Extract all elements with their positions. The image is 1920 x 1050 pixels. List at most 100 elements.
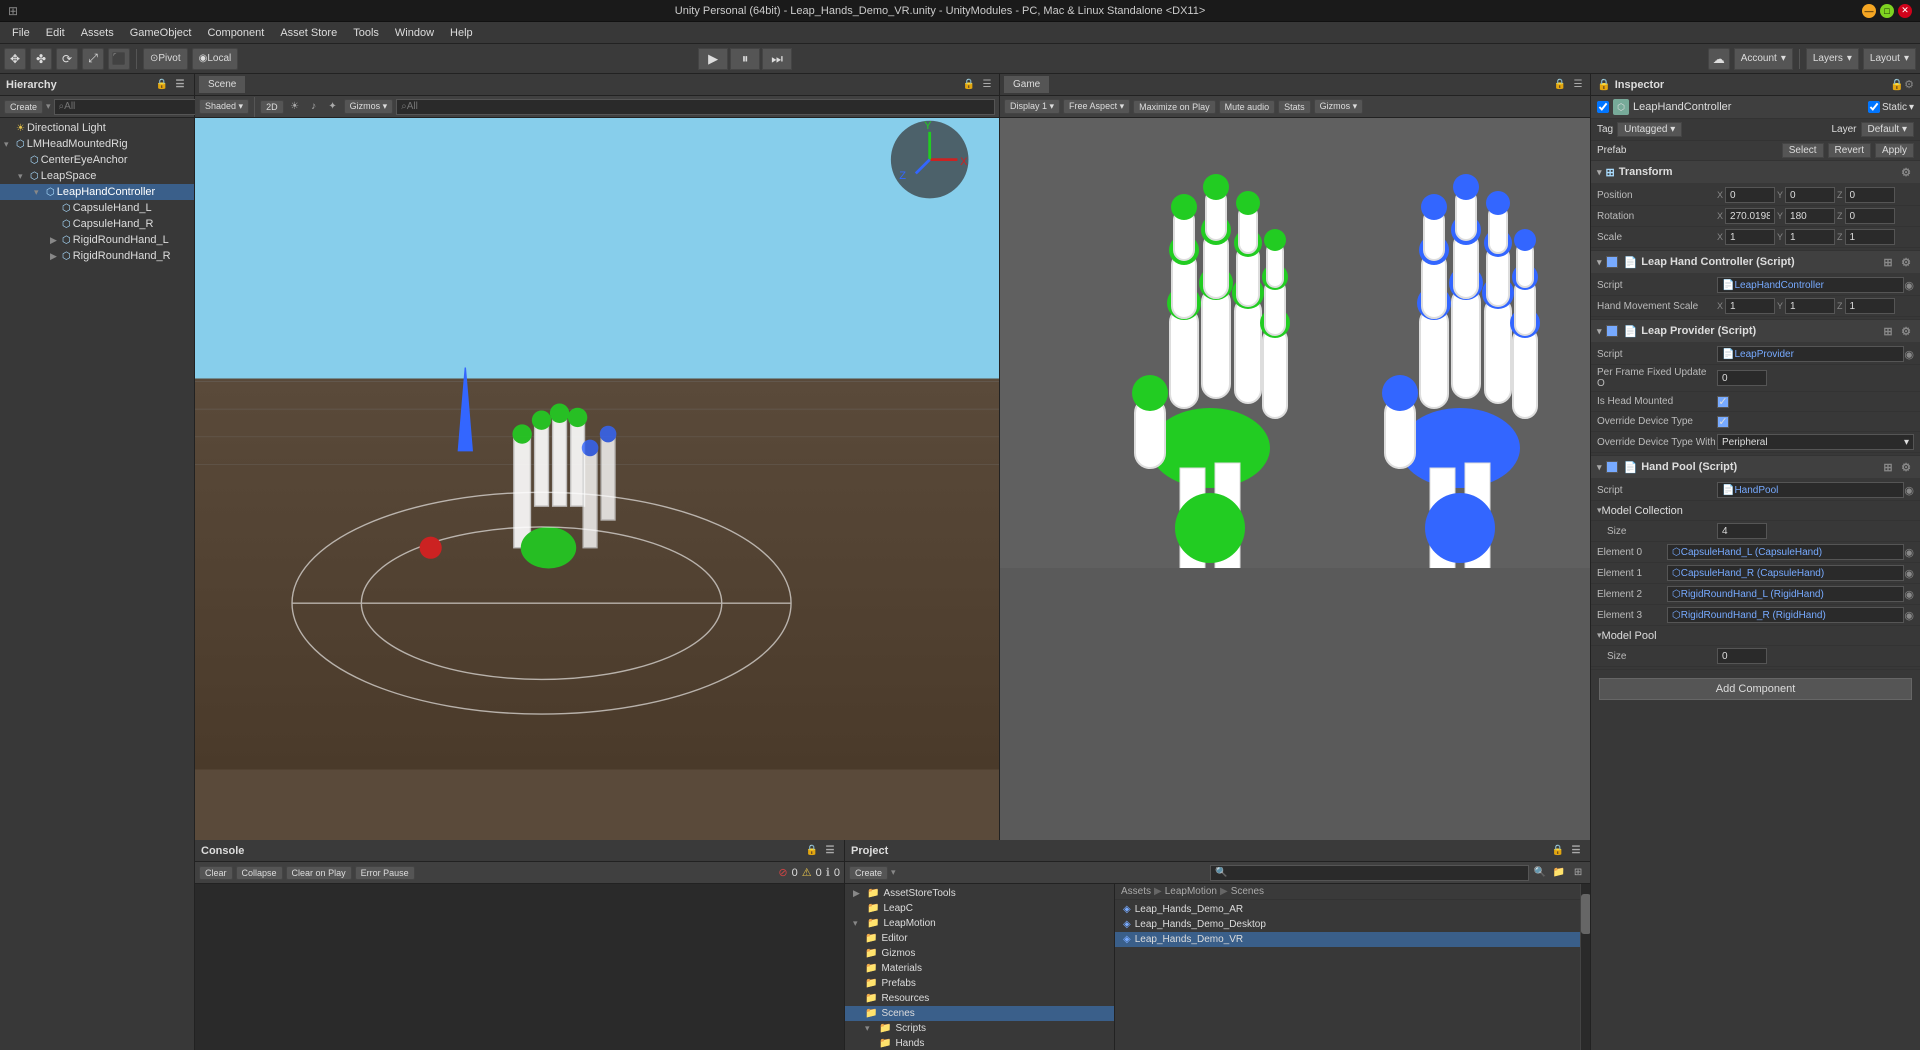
static-chevron[interactable]: ▾ — [1909, 102, 1914, 113]
elem2-select[interactable]: ◉ — [1904, 588, 1914, 601]
element-0-value[interactable]: ⬡ CapsuleHand_L (CapsuleHand) — [1667, 544, 1904, 560]
project-item-materials[interactable]: 📁 Materials — [845, 961, 1114, 976]
lhc-expand-icon[interactable]: ⊞ — [1880, 254, 1896, 270]
menu-component[interactable]: Component — [199, 25, 272, 41]
hierarchy-item-capsule-hand-l[interactable]: ⬡ CapsuleHand_L — [0, 200, 194, 216]
game-menu-icon[interactable]: ☰ — [1570, 77, 1586, 93]
pivot-button[interactable]: ⊙ Pivot — [143, 48, 188, 70]
object-active-checkbox[interactable] — [1597, 101, 1609, 113]
rotation-z-input[interactable] — [1845, 208, 1895, 224]
lp-script-select[interactable]: ◉ — [1904, 348, 1914, 361]
scene-light-icon[interactable]: ☀ — [287, 99, 303, 115]
hms-y-input[interactable] — [1785, 298, 1835, 314]
prefab-apply-button[interactable]: Apply — [1875, 143, 1914, 158]
project-folder-icon[interactable]: 📁 — [1551, 865, 1567, 881]
hierarchy-item-directional-light[interactable]: ☀ Directional Light — [0, 120, 194, 136]
layers-dropdown[interactable]: Layers ▾ — [1806, 48, 1859, 70]
element-3-value[interactable]: ⬡ RigidRoundHand_R (RigidHand) — [1667, 607, 1904, 623]
lhc-checkbox[interactable] — [1606, 256, 1618, 268]
hp-script-ref[interactable]: 📄 HandPool — [1717, 482, 1904, 498]
elem1-select[interactable]: ◉ — [1904, 567, 1914, 580]
scene-menu-icon[interactable]: ☰ — [979, 77, 995, 93]
script-ref[interactable]: 📄 LeapHandController — [1717, 277, 1904, 293]
menu-file[interactable]: File — [4, 25, 38, 41]
hp-script-select[interactable]: ◉ — [1904, 484, 1914, 497]
rect-tool-button[interactable]: ⬛ — [108, 48, 130, 70]
hp-checkbox[interactable] — [1606, 461, 1618, 473]
leap-hand-controller-header[interactable]: ▾ 📄 Leap Hand Controller (Script) ⊞ ⚙ — [1591, 251, 1920, 273]
play-button[interactable]: ▶ — [698, 48, 728, 70]
hierarchy-item-center-eye-anchor[interactable]: ⬡ CenterEyeAnchor — [0, 152, 194, 168]
2d-button[interactable]: 2D — [260, 100, 284, 114]
scale-z-input[interactable] — [1845, 229, 1895, 245]
clear-button[interactable]: Clear — [199, 866, 233, 880]
step-button[interactable]: ⏭ — [762, 48, 792, 70]
position-y-input[interactable] — [1785, 187, 1835, 203]
override-device-dropdown[interactable]: Peripheral ▾ — [1717, 434, 1914, 450]
project-item-prefabs[interactable]: 📁 Prefabs — [845, 976, 1114, 991]
object-name-input[interactable] — [1633, 101, 1864, 113]
aspect-button[interactable]: Free Aspect ▾ — [1063, 99, 1130, 114]
project-item-leapc[interactable]: 📁 LeapC — [845, 901, 1114, 916]
hierarchy-item-capsule-hand-r[interactable]: ⬡ CapsuleHand_R — [0, 216, 194, 232]
hierarchy-lock-icon[interactable]: 🔒 — [154, 77, 170, 93]
menu-tools[interactable]: Tools — [345, 25, 387, 41]
project-grid-icon[interactable]: ⊞ — [1570, 865, 1586, 881]
hand-tool-button[interactable]: ✥ — [4, 48, 26, 70]
script-select-icon[interactable]: ◉ — [1904, 279, 1914, 292]
scale-tool-button[interactable]: ⤢ — [82, 48, 104, 70]
hierarchy-item-leap-space[interactable]: ▾ ⬡ LeapSpace — [0, 168, 194, 184]
layer-dropdown[interactable]: Default ▾ — [1861, 122, 1914, 137]
hierarchy-search-input[interactable] — [54, 99, 196, 115]
cloud-button[interactable]: ☁ — [1708, 48, 1730, 70]
project-create-button[interactable]: Create — [849, 866, 888, 880]
hierarchy-item-leap-hand-controller[interactable]: ▾ ⬡ LeapHandController — [0, 184, 194, 200]
elem0-select[interactable]: ◉ — [1904, 546, 1914, 559]
game-tab[interactable]: Game — [1004, 76, 1049, 93]
project-item-asset-store-tools[interactable]: ▶ 📁 AssetStoreTools — [845, 886, 1114, 901]
menu-help[interactable]: Help — [442, 25, 481, 41]
mp-size-input[interactable] — [1717, 648, 1767, 664]
hp-settings-icon[interactable]: ⚙ — [1898, 459, 1914, 475]
menu-assets[interactable]: Assets — [73, 25, 122, 41]
project-item-scenes[interactable]: 📁 Scenes — [845, 1006, 1114, 1021]
menu-window[interactable]: Window — [387, 25, 442, 41]
head-mounted-checkbox[interactable]: ✓ — [1717, 396, 1729, 408]
project-scrollbar[interactable] — [1580, 884, 1590, 1050]
tag-dropdown[interactable]: Untagged ▾ — [1617, 122, 1682, 137]
element-1-value[interactable]: ⬡ CapsuleHand_R (CapsuleHand) — [1667, 565, 1904, 581]
project-item-leap-motion[interactable]: ▾ 📁 LeapMotion — [845, 916, 1114, 931]
scale-y-input[interactable] — [1785, 229, 1835, 245]
move-tool-button[interactable]: ✤ — [30, 48, 52, 70]
mc-size-input[interactable] — [1717, 523, 1767, 539]
gizmos-button[interactable]: Gizmos ▾ — [344, 99, 394, 114]
transform-settings-icon[interactable]: ⚙ — [1898, 164, 1914, 180]
project-item-editor[interactable]: 📁 Editor — [845, 931, 1114, 946]
stats-button[interactable]: Stats — [1278, 100, 1311, 114]
scene-audio-icon[interactable]: ♪ — [306, 99, 322, 115]
leap-provider-header[interactable]: ▾ 📄 Leap Provider (Script) ⊞ ⚙ — [1591, 320, 1920, 342]
hp-expand-icon[interactable]: ⊞ — [1880, 459, 1896, 475]
scale-x-input[interactable] — [1725, 229, 1775, 245]
game-lock-icon[interactable]: 🔒 — [1552, 77, 1568, 93]
prefab-revert-button[interactable]: Revert — [1828, 143, 1871, 158]
lhc-settings-icon[interactable]: ⚙ — [1898, 254, 1914, 270]
project-item-gizmos[interactable]: 📁 Gizmos — [845, 946, 1114, 961]
lp-expand-icon[interactable]: ⊞ — [1880, 323, 1896, 339]
scrollbar-thumb[interactable] — [1581, 894, 1590, 934]
hms-x-input[interactable] — [1725, 298, 1775, 314]
scene-tab[interactable]: Scene — [199, 76, 245, 93]
project-lock-icon[interactable]: 🔒 — [1550, 843, 1566, 859]
hierarchy-item-rigid-round-hand-l[interactable]: ▶ ⬡ RigidRoundHand_L — [0, 232, 194, 248]
project-item-resources[interactable]: 📁 Resources — [845, 991, 1114, 1006]
add-component-button[interactable]: Add Component — [1599, 678, 1912, 700]
position-z-input[interactable] — [1845, 187, 1895, 203]
game-canvas[interactable] — [1000, 118, 1590, 840]
project-item-scripts[interactable]: ▾ 📁 Scripts — [845, 1021, 1114, 1036]
lp-script-ref[interactable]: 📄 LeapProvider — [1717, 346, 1904, 362]
shading-button[interactable]: Shaded ▾ — [199, 99, 249, 114]
inspector-lock-button[interactable]: 🔒 — [1890, 78, 1904, 91]
per-frame-input[interactable] — [1717, 370, 1767, 386]
console-lock-icon[interactable]: 🔒 — [804, 843, 820, 859]
position-x-input[interactable] — [1725, 187, 1775, 203]
